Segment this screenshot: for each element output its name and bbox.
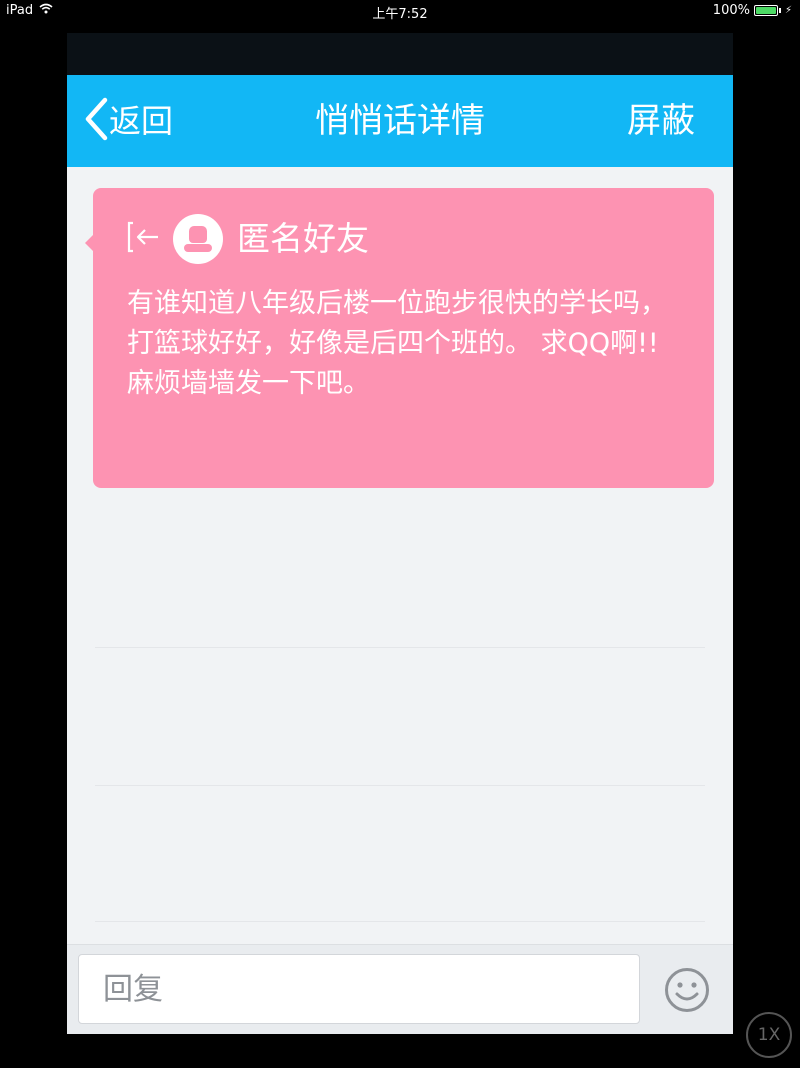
anonymous-avatar-icon [173,214,223,264]
divider [95,647,705,648]
reply-arrow-icon[interactable] [125,220,161,258]
emoji-button[interactable] [664,967,710,1013]
block-button[interactable]: 屏蔽 [627,97,695,145]
sender-name: 匿名好友 [237,219,369,258]
divider [95,785,705,786]
battery-cap [778,8,781,13]
status-right: 100% ⚡ [713,3,792,18]
charging-icon: ⚡ [784,5,792,16]
avatar-body [184,244,212,252]
app-top-strip [67,33,733,75]
navbar: 返回 悄悄话详情 屏蔽 [67,75,733,167]
card-header: 匿名好友 [125,214,369,264]
smiley-icon [664,968,710,1017]
message-text: 有谁知道八年级后楼一位跑步很快的学长吗，打篮球好好，好像是后四个班的。 求QQ啊… [127,288,667,399]
card-notch [85,235,93,251]
message-card: 匿名好友 有谁知道八年级后楼一位跑步很快的学长吗，打篮球好好，好像是后四个班的。… [85,188,714,488]
app-window: 返回 悄悄话详情 屏蔽 匿名好友 有谁知道八年级后楼一位跑步很快的学长吗，打篮球… [67,33,733,1034]
status-bar: iPad 上午7:52 100% ⚡ [0,0,800,22]
reply-input[interactable] [78,954,640,1024]
status-time: 上午7:52 [372,7,428,22]
zoom-button[interactable]: 1X [746,1012,792,1058]
avatar-head [189,226,207,243]
battery-icon [753,5,778,16]
reply-bar [67,944,733,1034]
divider [95,921,705,922]
battery-percent: 100% [712,3,750,18]
battery-fill [755,7,776,14]
